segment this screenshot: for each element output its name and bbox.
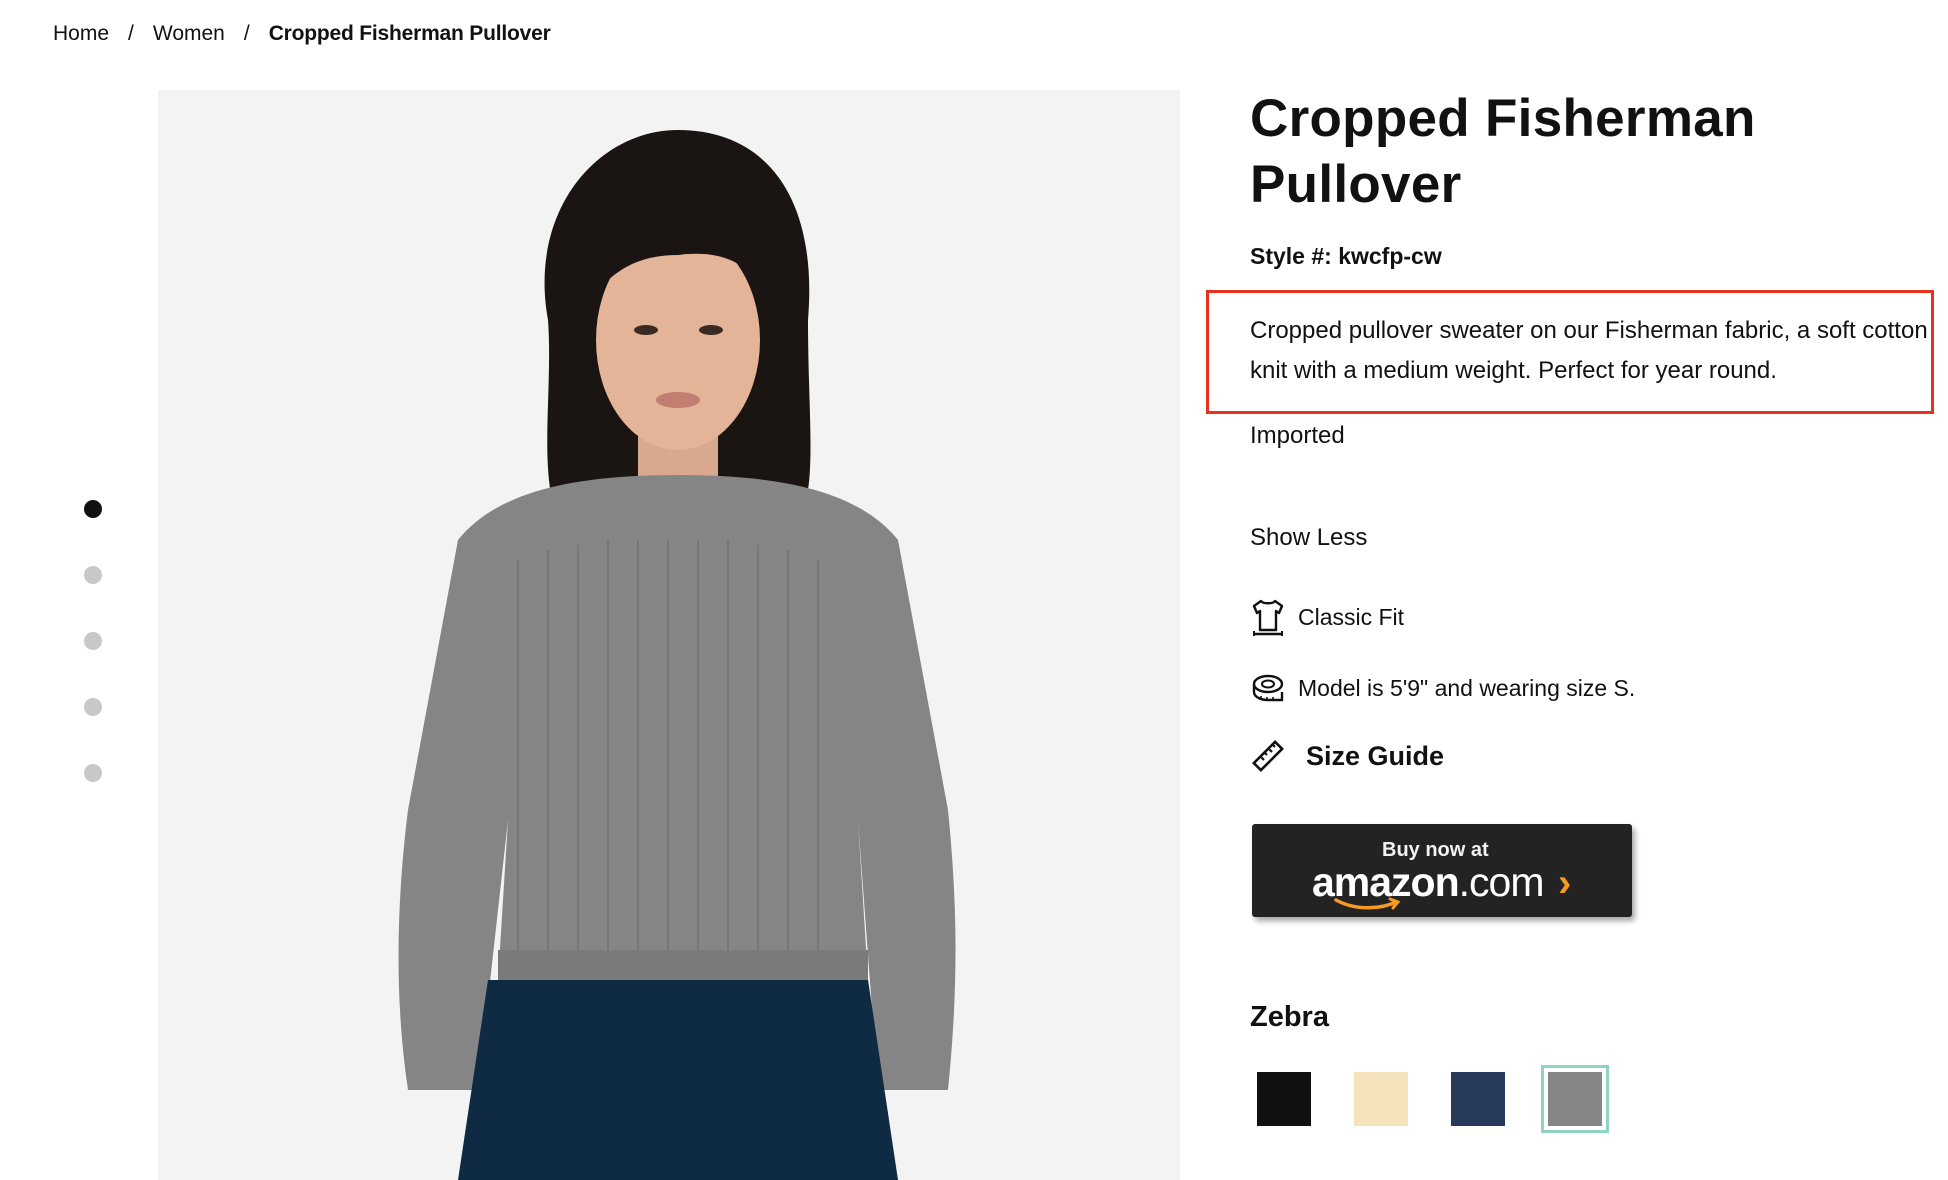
shirt-icon <box>1250 598 1286 636</box>
amazon-logo: Buy now at amazon.com › <box>1312 831 1572 911</box>
size-guide-label: Size Guide <box>1306 740 1445 771</box>
color-swatches <box>1250 1065 1638 1133</box>
amazon-tld-text: .com <box>1458 858 1545 905</box>
gallery-dot-2[interactable] <box>84 566 102 584</box>
size-guide-link[interactable]: Size Guide <box>1250 737 1444 775</box>
swatch-color <box>1451 1072 1505 1126</box>
fit-label: Classic Fit <box>1298 603 1405 630</box>
chevron-right-icon: › <box>1558 860 1572 905</box>
fit-info: Classic Fit <box>1250 598 1404 636</box>
breadcrumb-home[interactable]: Home <box>53 22 109 46</box>
measuring-tape-icon <box>1250 669 1286 707</box>
gallery-dot-4[interactable] <box>84 698 102 716</box>
gallery-dot-5[interactable] <box>84 764 102 782</box>
ruler-icon <box>1250 737 1286 775</box>
product-description: Cropped pullover sweater on our Fisherma… <box>1250 317 1928 384</box>
swatch-zebra[interactable] <box>1541 1065 1609 1133</box>
buy-on-amazon-button[interactable]: Buy now at amazon.com › <box>1252 824 1632 917</box>
amazon-smile-icon <box>1334 897 1401 909</box>
model-photo <box>158 90 1180 1180</box>
swatch-color <box>1548 1072 1602 1126</box>
swatch-navy[interactable] <box>1444 1065 1512 1133</box>
show-less-link[interactable]: Show Less <box>1250 524 1367 552</box>
gallery-dot-3[interactable] <box>84 632 102 650</box>
breadcrumb-current: Cropped Fisherman Pullover <box>268 22 551 45</box>
style-number: Style #: kwcfp-cw <box>1250 243 1442 269</box>
product-image[interactable] <box>158 90 1180 1180</box>
breadcrumb: Home / Women / Cropped Fisherman Pullove… <box>53 22 551 46</box>
selected-color-name: Zebra <box>1250 1001 1329 1033</box>
gallery-dot-1[interactable] <box>84 500 102 518</box>
breadcrumb-separator: / <box>243 22 250 45</box>
origin-text: Imported <box>1250 422 1345 449</box>
product-page: Home / Women / Cropped Fisherman Pullove… <box>0 0 1948 1180</box>
product-title: Cropped Fisherman Pullover <box>1250 89 1756 214</box>
swatch-color <box>1354 1072 1408 1126</box>
swatch-black[interactable] <box>1250 1065 1318 1133</box>
swatch-cream[interactable] <box>1347 1065 1415 1133</box>
model-info-text: Model is 5'9" and wearing size S. <box>1298 674 1636 701</box>
breadcrumb-women[interactable]: Women <box>153 22 225 46</box>
swatch-color <box>1257 1072 1311 1126</box>
gallery-pagination <box>84 500 102 830</box>
breadcrumb-separator: / <box>128 22 134 45</box>
model-info: Model is 5'9" and wearing size S. <box>1250 669 1635 707</box>
